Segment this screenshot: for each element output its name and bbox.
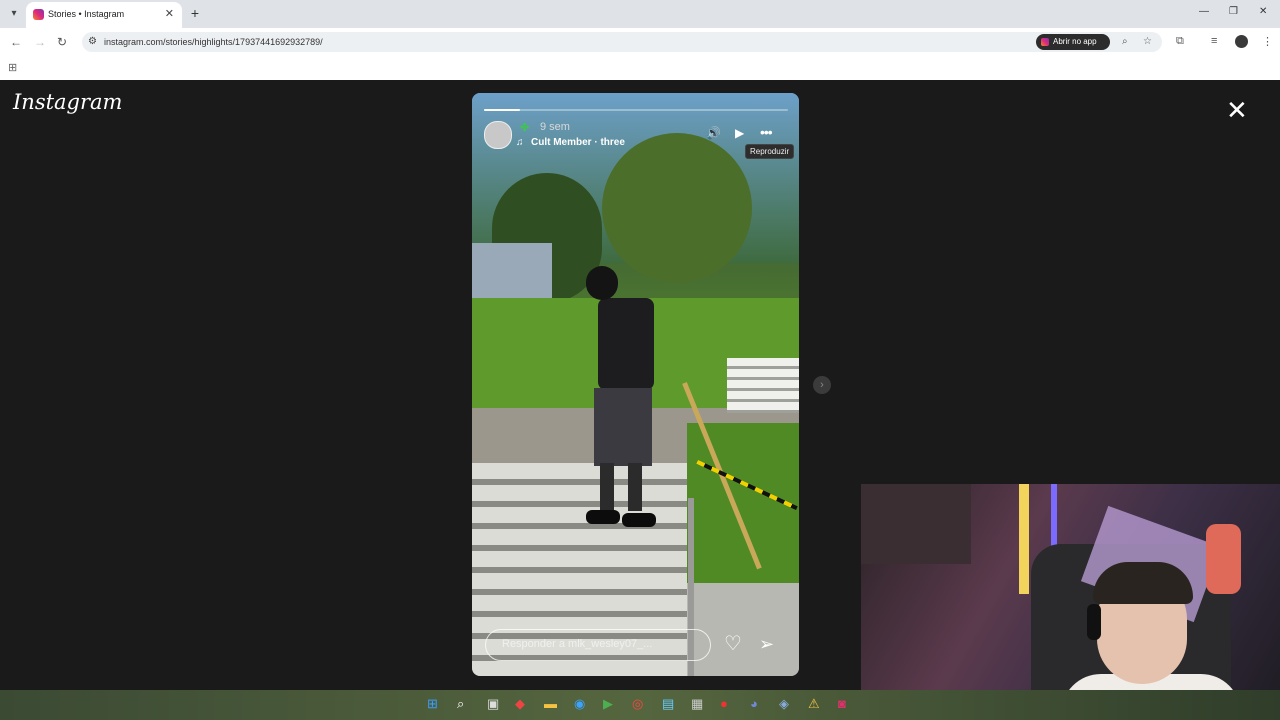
story-photo-person-shoe <box>586 510 620 524</box>
story-photo-building <box>472 243 552 303</box>
app-icon[interactable]: ◈ <box>779 697 789 711</box>
webcam-decoration-hand <box>1206 524 1241 594</box>
apps-grid-icon[interactable]: ⊞ <box>8 61 17 74</box>
back-icon[interactable]: ← <box>10 35 22 49</box>
story-photo-wall <box>687 583 799 676</box>
window-close-button[interactable]: ✕ <box>1259 6 1267 17</box>
windows-start-icon[interactable]: ⊞ <box>427 697 438 711</box>
file-explorer-icon[interactable]: ▬ <box>544 697 557 711</box>
bookmarks-bar: ⊞ <box>0 56 1280 81</box>
story-photo-person-shoe <box>622 513 656 527</box>
app-icon[interactable]: ◆ <box>515 697 525 711</box>
story-photo-tree <box>602 133 752 283</box>
restore-button[interactable]: ❐ <box>1229 6 1238 17</box>
minimize-button[interactable]: — <box>1199 6 1209 17</box>
story-time-ago: 9 sem <box>540 121 570 133</box>
open-in-app-button[interactable]: Abrir no app <box>1036 34 1110 50</box>
share-send-icon[interactable]: ➢ <box>759 633 774 655</box>
browser-tabstrip: ▾ Stories • Instagram ✕ + — ❐ ✕ <box>0 0 1280 28</box>
calculator-icon[interactable]: ▦ <box>691 697 703 711</box>
webcam-person-hair <box>1093 562 1193 604</box>
reload-icon[interactable]: ↻ <box>57 35 67 49</box>
play-icon[interactable]: ▶ <box>735 126 744 140</box>
notepad-icon[interactable]: ▤ <box>662 697 674 711</box>
zoom-icon[interactable]: ⌕ <box>1122 36 1128 47</box>
more-options-icon[interactable]: ••• <box>760 124 773 140</box>
story-photo-stairs <box>727 358 799 413</box>
tab-title: Stories • Instagram <box>48 9 125 19</box>
story-photo-person-leg <box>628 463 642 511</box>
bookmark-star-icon[interactable]: ☆ <box>1143 36 1152 47</box>
story-progress-bar <box>484 109 788 111</box>
play-tooltip: Reproduzir <box>745 144 795 159</box>
instagram-favicon-icon <box>33 9 44 20</box>
tab-stories-instagram[interactable]: Stories • Instagram ✕ <box>26 2 182 28</box>
profile-avatar[interactable] <box>1235 35 1248 48</box>
story-photo-person-leg <box>600 463 614 511</box>
next-story-button[interactable]: › <box>813 376 831 394</box>
forward-icon[interactable]: → <box>34 35 46 49</box>
address-bar[interactable]: ⚙ instagram.com/stories/highlights/17937… <box>82 32 1162 52</box>
story-author-avatar[interactable] <box>484 121 512 149</box>
chrome-icon[interactable]: ◎ <box>632 697 643 711</box>
webcam-overlay <box>861 484 1280 720</box>
edge-icon[interactable]: ◉ <box>574 697 585 711</box>
search-icon[interactable]: ⌕ <box>457 697 464 711</box>
story-progress-fill <box>484 109 521 111</box>
tab-search-icon[interactable]: ▾ <box>6 6 22 22</box>
reply-placeholder: Responder a mlk_wesley07_... <box>502 638 653 650</box>
close-story-icon[interactable]: ✕ <box>1226 97 1248 123</box>
webcam-led-light <box>1019 484 1029 594</box>
instagram-icon[interactable]: ◙ <box>838 697 846 711</box>
story-music-label[interactable]: Cult Member · three <box>531 137 625 148</box>
instagram-icon <box>1041 38 1049 46</box>
instagram-logo[interactable]: Instagram <box>13 90 122 114</box>
clover-icon: ✤ <box>520 122 530 134</box>
story-photo-person-head <box>586 266 618 300</box>
url-text[interactable]: instagram.com/stories/highlights/1793744… <box>104 37 323 47</box>
discord-icon[interactable]: ◕ <box>750 697 758 711</box>
tab-close-icon[interactable]: ✕ <box>165 7 174 20</box>
webcam-shelf <box>861 484 971 564</box>
story-photo-person-shorts <box>594 388 652 466</box>
menu-kebab-icon[interactable]: ⋮ <box>1262 35 1273 48</box>
open-in-app-label: Abrir no app <box>1053 37 1097 46</box>
music-note-icon: ♫ <box>516 137 524 148</box>
task-view-icon[interactable]: ▣ <box>487 697 499 711</box>
extensions-icon[interactable]: ⧉ <box>1176 35 1184 48</box>
new-tab-button[interactable]: + <box>186 5 204 23</box>
browser-toolbar: ← → ↻ ⚙ instagram.com/stories/highlights… <box>0 28 1280 56</box>
story-photo-person <box>598 298 654 390</box>
terminal-icon[interactable]: ▶ <box>603 697 613 711</box>
story-media[interactable] <box>472 93 799 676</box>
like-heart-icon[interactable]: ♡ <box>724 633 742 655</box>
app-icon[interactable]: ● <box>720 697 728 711</box>
reply-input[interactable]: Responder a mlk_wesley07_... <box>485 629 711 661</box>
warning-icon[interactable]: ⚠ <box>808 697 820 711</box>
media-controls-icon[interactable]: ≡ <box>1211 35 1217 47</box>
volume-icon[interactable]: 🔊 <box>706 126 721 140</box>
headset-icon <box>1087 604 1101 640</box>
site-info-icon[interactable]: ⚙ <box>88 36 97 47</box>
